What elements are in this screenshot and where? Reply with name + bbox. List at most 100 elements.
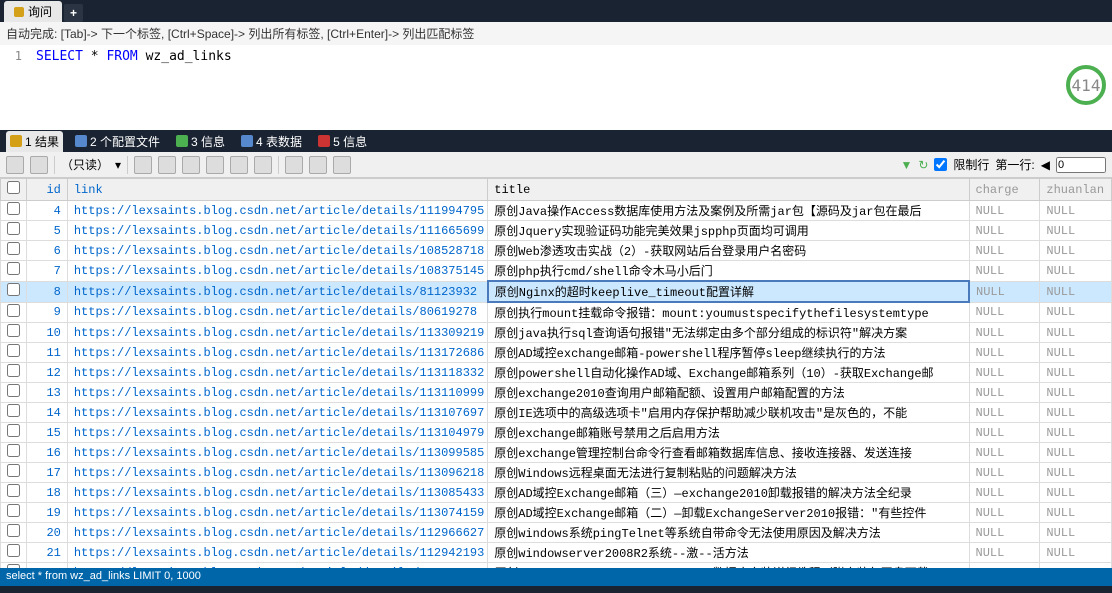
cell-charge[interactable]: NULL [969,443,1040,463]
cell-zhuanlan[interactable]: NULL [1040,323,1112,343]
cell-charge[interactable]: NULL [969,281,1040,302]
cell-id[interactable]: 12 [27,363,68,383]
cell-title[interactable]: 原创IE选项中的高级选项卡"启用内存保护帮助减少联机攻击"是灰色的，不能 [488,403,969,423]
cell-id[interactable]: 5 [27,221,68,241]
tab-tabledata[interactable]: 4 表数据 [237,131,306,152]
cell-id[interactable]: 18 [27,483,68,503]
sql-editor[interactable]: 1 SELECT * FROM wz_ad_links 414 [0,45,1112,130]
cell-zhuanlan[interactable]: NULL [1040,241,1112,261]
cell-link[interactable]: https://lexsaints.blog.csdn.net/article/… [67,403,487,423]
row-checkbox[interactable] [1,483,27,503]
cell-id[interactable]: 6 [27,241,68,261]
text-view-button[interactable] [333,156,351,174]
table-row[interactable]: 21https://lexsaints.blog.csdn.net/articl… [1,543,1112,563]
row-checkbox[interactable] [1,543,27,563]
cell-zhuanlan[interactable]: NULL [1040,201,1112,221]
tb-btn-4[interactable] [206,156,224,174]
table-row[interactable]: 7https://lexsaints.blog.csdn.net/article… [1,261,1112,282]
cell-link[interactable]: https://lexsaints.blog.csdn.net/article/… [67,503,487,523]
row-checkbox[interactable] [1,443,27,463]
cell-link[interactable]: https://lexsaints.blog.csdn.net/article/… [67,281,487,302]
table-row[interactable]: 5https://lexsaints.blog.csdn.net/article… [1,221,1112,241]
cell-link[interactable]: https://lexsaints.blog.csdn.net/article/… [67,523,487,543]
cell-charge[interactable]: NULL [969,503,1040,523]
cell-id[interactable]: 15 [27,423,68,443]
cell-charge[interactable]: NULL [969,343,1040,363]
table-row[interactable]: 4https://lexsaints.blog.csdn.net/article… [1,201,1112,221]
tab-info3[interactable]: 3 信息 [172,131,229,152]
cell-id[interactable]: 4 [27,201,68,221]
cell-title[interactable]: 原创Jquery实现验证码功能完美效果jspphp页面均可调用 [488,221,969,241]
cell-zhuanlan[interactable]: NULL [1040,302,1112,323]
cell-id[interactable]: 8 [27,281,68,302]
row-checkbox[interactable] [1,503,27,523]
cell-title[interactable]: 原创Nginx的超时keeplive_timeout配置详解 [488,281,969,302]
table-row[interactable]: 13https://lexsaints.blog.csdn.net/articl… [1,383,1112,403]
table-row[interactable]: 12https://lexsaints.blog.csdn.net/articl… [1,363,1112,383]
cell-title[interactable]: 原创php执行cmd/shell命令木马小后门 [488,261,969,282]
table-row[interactable]: 17https://lexsaints.blog.csdn.net/articl… [1,463,1112,483]
row-checkbox[interactable] [1,281,27,302]
cell-title[interactable]: 原创Web渗透攻击实战（2）-获取网站后台登录用户名密码 [488,241,969,261]
table-row[interactable]: 16https://lexsaints.blog.csdn.net/articl… [1,443,1112,463]
row-checkbox[interactable] [1,383,27,403]
row-checkbox[interactable] [1,343,27,363]
cell-charge[interactable]: NULL [969,543,1040,563]
cell-link[interactable]: https://lexsaints.blog.csdn.net/article/… [67,302,487,323]
cell-title[interactable]: 原创exchange管理控制台命令行查看邮箱数据库信息、接收连接器、发送连接 [488,443,969,463]
cell-charge[interactable]: NULL [969,403,1040,423]
cell-zhuanlan[interactable]: NULL [1040,281,1112,302]
cell-title[interactable]: 原创exchange邮箱账号禁用之后启用方法 [488,423,969,443]
first-row-input[interactable] [1056,157,1106,173]
col-id[interactable]: id [27,179,68,201]
cell-charge[interactable]: NULL [969,241,1040,261]
cell-title[interactable]: 原创AD域控Exchange邮箱（二）—卸载ExchangeServer2010… [488,503,969,523]
cell-link[interactable]: https://lexsaints.blog.csdn.net/article/… [67,343,487,363]
cell-id[interactable]: 13 [27,383,68,403]
cell-zhuanlan[interactable]: NULL [1040,403,1112,423]
cell-zhuanlan[interactable]: NULL [1040,523,1112,543]
cell-zhuanlan[interactable]: NULL [1040,261,1112,282]
cell-charge[interactable]: NULL [969,423,1040,443]
filter-icon[interactable]: ▼ [900,158,912,172]
cell-title[interactable]: 原创windowserver2008R2系统--激--活方法 [488,543,969,563]
cell-charge[interactable]: NULL [969,363,1040,383]
cell-link[interactable]: https://lexsaints.blog.csdn.net/article/… [67,563,487,569]
form-view-button[interactable] [309,156,327,174]
tab-info5[interactable]: 5 信息 [314,131,371,152]
tab-profiles[interactable]: 2 个配置文件 [71,131,164,152]
table-row[interactable]: 19https://lexsaints.blog.csdn.net/articl… [1,503,1112,523]
select-all-checkbox[interactable] [7,181,20,194]
cell-title[interactable]: 原创java执行sql查询语句报错"无法绑定由多个部分组成的标识符"解决方案 [488,323,969,343]
tb-btn-6[interactable] [254,156,272,174]
row-checkbox[interactable] [1,302,27,323]
result-grid[interactable]: id link title charge zhuanlan 4https://l… [0,178,1112,568]
row-checkbox[interactable] [1,363,27,383]
cell-id[interactable]: 21 [27,543,68,563]
cell-title[interactable]: 原创AD域控exchange邮箱-powershell程序暂停sleep继续执行… [488,343,969,363]
cell-title[interactable]: 原创AD域控Exchange邮箱（三）—exchange2010卸载报错的解决方… [488,483,969,503]
cell-zhuanlan[interactable]: NULL [1040,483,1112,503]
cell-link[interactable]: https://lexsaints.blog.csdn.net/article/… [67,423,487,443]
row-checkbox[interactable] [1,423,27,443]
cell-id[interactable]: 19 [27,503,68,523]
col-checkbox[interactable] [1,179,27,201]
prev-icon[interactable]: ◀ [1041,158,1050,172]
cell-charge[interactable]: NULL [969,261,1040,282]
tb-btn-2[interactable] [158,156,176,174]
cell-link[interactable]: https://lexsaints.blog.csdn.net/article/… [67,241,487,261]
cell-charge[interactable]: NULL [969,201,1040,221]
cell-id[interactable]: 16 [27,443,68,463]
cell-charge[interactable]: NULL [969,463,1040,483]
limit-checkbox[interactable] [934,158,947,171]
tab-result[interactable]: 1 结果 [6,131,63,152]
cell-title[interactable]: 原创WindowsSqlServer2012/2008R2数据库安装详细教程（附… [488,563,969,569]
tb-btn-1[interactable] [134,156,152,174]
cell-id[interactable]: 11 [27,343,68,363]
cell-title[interactable]: 原创执行mount挂载命令报错：mount:youmustspecifythef… [488,302,969,323]
col-charge[interactable]: charge [969,179,1040,201]
cell-zhuanlan[interactable]: NULL [1040,423,1112,443]
cell-zhuanlan[interactable]: NULL [1040,343,1112,363]
add-tab-button[interactable]: + [64,4,83,22]
cell-charge[interactable]: NULL [969,323,1040,343]
